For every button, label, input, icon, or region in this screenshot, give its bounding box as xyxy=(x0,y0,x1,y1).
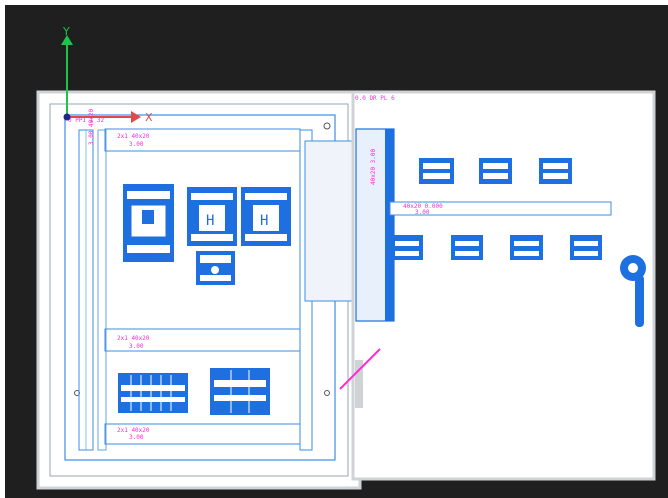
door-hinge-bracket xyxy=(304,140,359,302)
ucs-origin-icon xyxy=(63,113,71,121)
door-bar-sublabel: 3.00 xyxy=(415,209,430,216)
circuit-breaker-icon[interactable] xyxy=(123,184,174,262)
cabinet-door[interactable]: 0.0 DR PL 6 40x20 3.00 40x20 0.000 3.00 xyxy=(339,90,656,481)
push-button-icon[interactable] xyxy=(570,235,602,260)
cabinet-enclosure[interactable]: H H xyxy=(36,90,362,490)
contactor-icon[interactable]: H xyxy=(187,187,237,246)
door-panel xyxy=(351,90,656,481)
mid-rail-sublabel: 3.00 xyxy=(129,343,144,350)
drawing-svg: H H 0 PPI 1 32 2x1 40x20 3.00 3.00 40x20… xyxy=(36,25,656,490)
ucs-x-label: X xyxy=(145,111,153,124)
door-channel-edge xyxy=(385,129,394,321)
push-button-icon[interactable] xyxy=(510,235,543,260)
bottom-rail-label: 2x1 40x20 xyxy=(117,427,150,434)
top-rail-label: 2x1 40x20 xyxy=(117,133,150,140)
ucs-y-label: Y xyxy=(62,25,70,38)
left-rail-label: 3.00 40x20 xyxy=(88,108,95,145)
push-button-icon[interactable] xyxy=(451,235,483,260)
cabinet-inner-frame xyxy=(49,103,349,477)
pilot-light-icon[interactable] xyxy=(539,158,572,184)
door-title-label: 0.0 DR PL 6 xyxy=(355,95,395,102)
door-vertical-label: 40x20 3.00 xyxy=(370,148,377,185)
push-button-icon[interactable] xyxy=(391,235,423,260)
pilot-light-icon[interactable] xyxy=(479,158,512,184)
bottom-rail-sublabel: 3.00 xyxy=(129,434,144,441)
overload-relay-icon[interactable] xyxy=(196,251,235,285)
svg-text:H: H xyxy=(260,213,268,229)
contactor-icon[interactable]: H xyxy=(241,187,291,246)
cad-viewport[interactable]: H H 0 PPI 1 32 2x1 40x20 3.00 3.00 40x20… xyxy=(0,0,668,498)
svg-text:H: H xyxy=(206,213,214,229)
pilot-light-icon[interactable] xyxy=(419,158,454,184)
top-rail-sublabel: 3.00 xyxy=(129,141,144,148)
origin-note: 0 PPI 1 32 xyxy=(68,117,105,124)
mid-rail-label: 2x1 40x20 xyxy=(117,335,150,342)
drawing-canvas[interactable]: H H 0 PPI 1 32 2x1 40x20 3.00 3.00 40x20… xyxy=(5,5,668,498)
